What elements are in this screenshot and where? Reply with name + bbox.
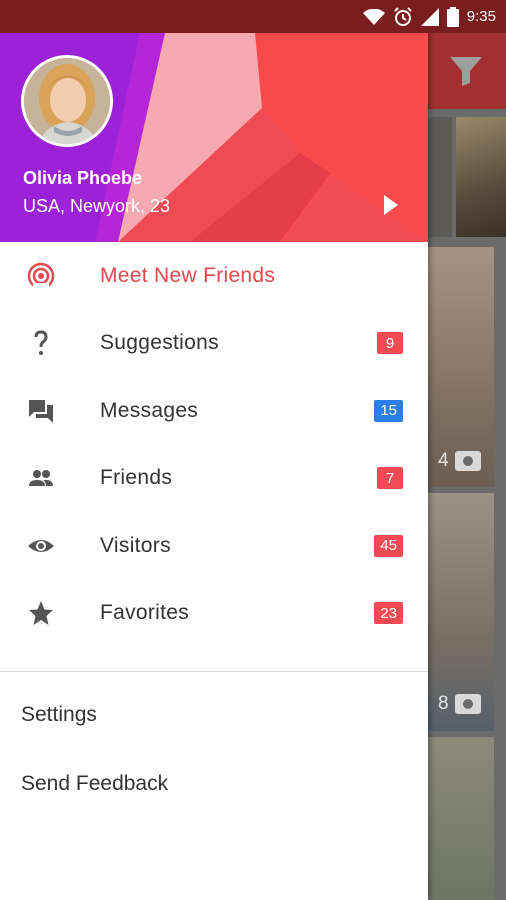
question-icon [27, 329, 55, 357]
count-badge: 15 [374, 399, 403, 422]
clock-time: 9:35 [466, 8, 496, 25]
profile-header[interactable]: Olivia Phoebe USA, Newyork, 23 [0, 33, 428, 242]
photo-card[interactable]: 8 [428, 493, 494, 731]
menu-label: Favorites [100, 601, 190, 625]
count-badge: 23 [374, 602, 403, 625]
alarm-icon [393, 6, 413, 27]
count-badge: 45 [374, 534, 403, 557]
photo-card[interactable] [428, 117, 452, 237]
menu-label: Friends [100, 466, 173, 490]
battery-icon [446, 6, 459, 27]
menu-label: Messages [100, 398, 199, 422]
send-feedback-link[interactable]: Send Feedback [0, 749, 428, 818]
menu-label: Suggestions [100, 331, 219, 355]
signal-icon [420, 7, 439, 26]
menu-label: Meet New Friends [100, 263, 276, 287]
count-badge: 7 [377, 467, 403, 490]
camera-icon [454, 451, 481, 471]
status-bar: 9:35 [0, 0, 506, 33]
people-icon [27, 464, 55, 492]
camera-icon [454, 694, 481, 714]
main-menu: Meet New Friends Suggestions 9 Messages … [0, 242, 428, 647]
radar-icon [27, 262, 55, 290]
user-details: USA, Newyork, 23 [23, 196, 171, 216]
menu-item-visitors[interactable]: Visitors 45 [0, 512, 428, 580]
menu-divider [0, 671, 428, 672]
menu-item-friends[interactable]: Friends 7 [0, 445, 428, 513]
wifi-icon [362, 8, 385, 25]
photo-card[interactable]: 4 [428, 247, 494, 487]
photo-card[interactable] [428, 737, 494, 900]
menu-item-suggestions[interactable]: Suggestions 9 [0, 310, 428, 378]
photo-count: 8 [438, 693, 481, 715]
star-icon [27, 599, 55, 627]
menu-label: Visitors [100, 533, 171, 557]
photo-count: 4 [438, 450, 481, 472]
user-name: Olivia Phoebe [23, 168, 143, 188]
filter-icon[interactable] [448, 55, 484, 87]
photo-card[interactable] [456, 117, 506, 237]
settings-link[interactable]: Settings [0, 680, 428, 749]
menu-item-favorites[interactable]: Favorites 23 [0, 580, 428, 648]
navigation-drawer: Olivia Phoebe USA, Newyork, 23 Meet New … [0, 0, 428, 900]
chat-icon [27, 397, 55, 425]
menu-item-messages[interactable]: Messages 15 [0, 377, 428, 445]
secondary-menu: Settings Send Feedback [0, 680, 428, 818]
eye-icon [27, 532, 55, 560]
menu-item-meet-new-friends[interactable]: Meet New Friends [0, 242, 428, 310]
count-badge: 9 [377, 332, 403, 355]
play-arrow-icon[interactable] [381, 194, 401, 216]
avatar[interactable] [21, 55, 113, 147]
